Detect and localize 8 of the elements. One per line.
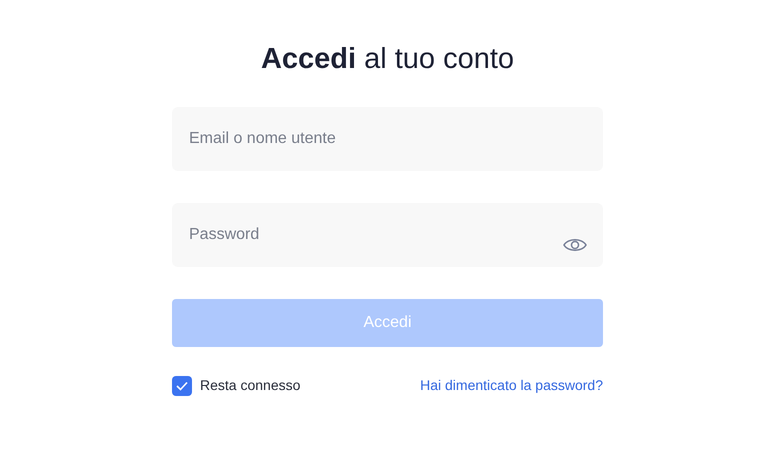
eye-icon[interactable]	[563, 236, 587, 254]
password-field[interactable]: Password	[172, 203, 603, 267]
remember-label: Resta connesso	[200, 376, 300, 395]
remember-checkbox[interactable]	[172, 376, 192, 396]
check-icon	[176, 380, 188, 390]
email-field[interactable]: Email o nome utente	[172, 107, 603, 171]
page-title: Accedi al tuo conto	[260, 42, 514, 77]
forgot-password-link[interactable]: Hai dimenticato la password?	[420, 375, 603, 396]
